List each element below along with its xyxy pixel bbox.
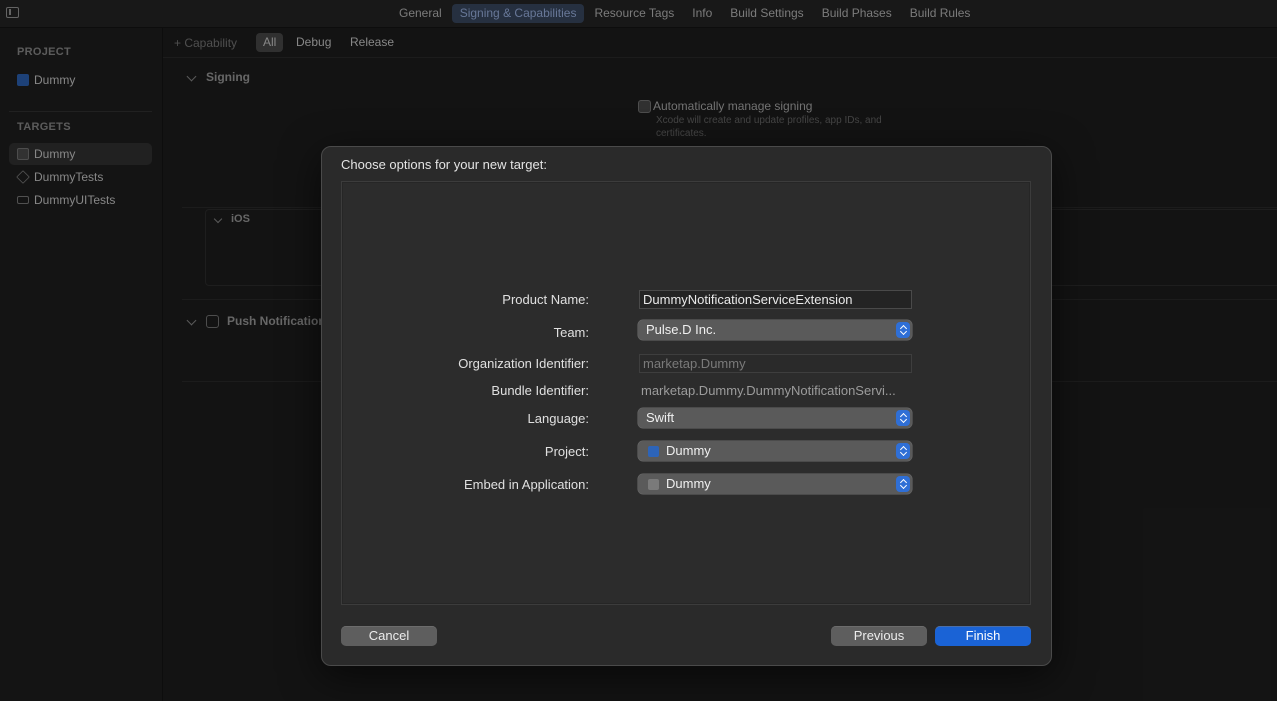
embed-in-application-popup[interactable]: Dummy xyxy=(638,474,912,494)
project-label: Project: xyxy=(544,444,589,459)
options-panel: Product Name: DummyNotificationServiceEx… xyxy=(341,181,1031,605)
cancel-button[interactable]: Cancel xyxy=(341,626,437,646)
team-value: Pulse.D Inc. xyxy=(646,322,717,337)
product-name-field[interactable]: DummyNotificationServiceExtension xyxy=(639,290,912,309)
organization-identifier-label: Organization Identifier: xyxy=(458,356,589,371)
app-target-icon xyxy=(648,479,659,490)
team-label: Team: xyxy=(553,325,589,340)
organization-identifier-field[interactable]: marketap.Dummy xyxy=(639,354,912,373)
embed-in-application-label: Embed in Application: xyxy=(463,477,589,492)
previous-button[interactable]: Previous xyxy=(831,626,927,646)
new-target-options-dialog: Choose options for your new target: Prod… xyxy=(321,146,1052,666)
popup-stepper-icon xyxy=(896,476,910,492)
product-name-label: Product Name: xyxy=(502,292,589,307)
project-popup[interactable]: Dummy xyxy=(638,441,912,461)
popup-stepper-icon xyxy=(896,410,910,426)
bundle-identifier-label: Bundle Identifier: xyxy=(491,383,589,398)
bundle-identifier-value: marketap.Dummy.DummyNotificationServi... xyxy=(641,383,896,398)
project-value: Dummy xyxy=(666,443,711,458)
language-popup[interactable]: Swift xyxy=(638,408,912,428)
language-value: Swift xyxy=(646,410,675,425)
embed-in-application-value: Dummy xyxy=(666,476,711,491)
project-file-icon xyxy=(648,446,659,457)
popup-stepper-icon xyxy=(896,443,910,459)
finish-button[interactable]: Finish xyxy=(935,626,1031,646)
dialog-title: Choose options for your new target: xyxy=(341,157,547,172)
popup-stepper-icon xyxy=(896,322,910,338)
language-label: Language: xyxy=(527,411,589,426)
team-popup[interactable]: Pulse.D Inc. xyxy=(638,320,912,340)
